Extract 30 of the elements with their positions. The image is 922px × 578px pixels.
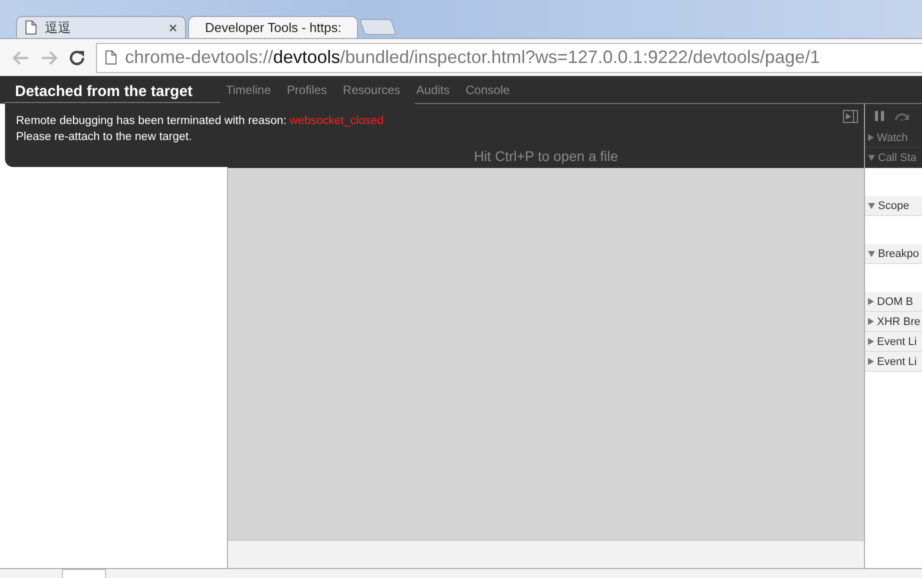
error-message: Remote debugging has been terminated with reason: websocket_closed xyxy=(15,114,384,129)
panel-tab[interactable]: Audits xyxy=(408,82,458,96)
panel-tab[interactable]: Timeline xyxy=(218,82,279,96)
reload-icon[interactable] xyxy=(68,48,86,66)
browser-tab[interactable]: Developer Tools - https: xyxy=(188,16,358,38)
sidebar-section-header[interactable]: Call Sta xyxy=(865,148,922,168)
instruction-text: Please re-attach to the new target. xyxy=(15,130,192,145)
drawer-tab[interactable] xyxy=(62,569,106,578)
editor-hint: Hit Ctrl+P to open a file xyxy=(474,148,618,166)
sidebar-section-header[interactable]: Event Li xyxy=(865,332,922,352)
panel-tab[interactable]: Console xyxy=(458,82,518,96)
sidebar-section-header[interactable]: XHR Bre xyxy=(865,312,922,332)
sidebar-section-header[interactable]: Breakpo xyxy=(865,244,922,264)
sidebar-section-header[interactable]: DOM B xyxy=(865,292,922,312)
sidebar-toggle-icon[interactable] xyxy=(843,110,858,122)
forward-arrow-icon[interactable] xyxy=(40,48,58,66)
address-field[interactable]: chrome-devtools://devtools/bundled/inspector.html?ws=127.0.0.1:9222/devtools/page/1 xyxy=(96,42,922,72)
close-icon[interactable] xyxy=(169,24,177,32)
panel-tab[interactable]: Resources xyxy=(334,82,408,96)
page-icon xyxy=(105,50,117,65)
back-arrow-icon[interactable] xyxy=(12,48,30,66)
browser-tab[interactable]: 逗逗 xyxy=(16,16,186,38)
panel-tab[interactable]: Profiles xyxy=(278,82,335,96)
sidebar-section-header[interactable]: Scope xyxy=(865,196,922,216)
pause-icon[interactable] xyxy=(875,111,884,121)
page-icon xyxy=(25,20,37,35)
new-tab-button[interactable] xyxy=(359,19,397,35)
sidebar-section-header[interactable]: Watch xyxy=(865,128,922,148)
sidebar-section-header[interactable]: Event Li xyxy=(865,352,922,372)
step-over-icon[interactable] xyxy=(894,111,910,121)
